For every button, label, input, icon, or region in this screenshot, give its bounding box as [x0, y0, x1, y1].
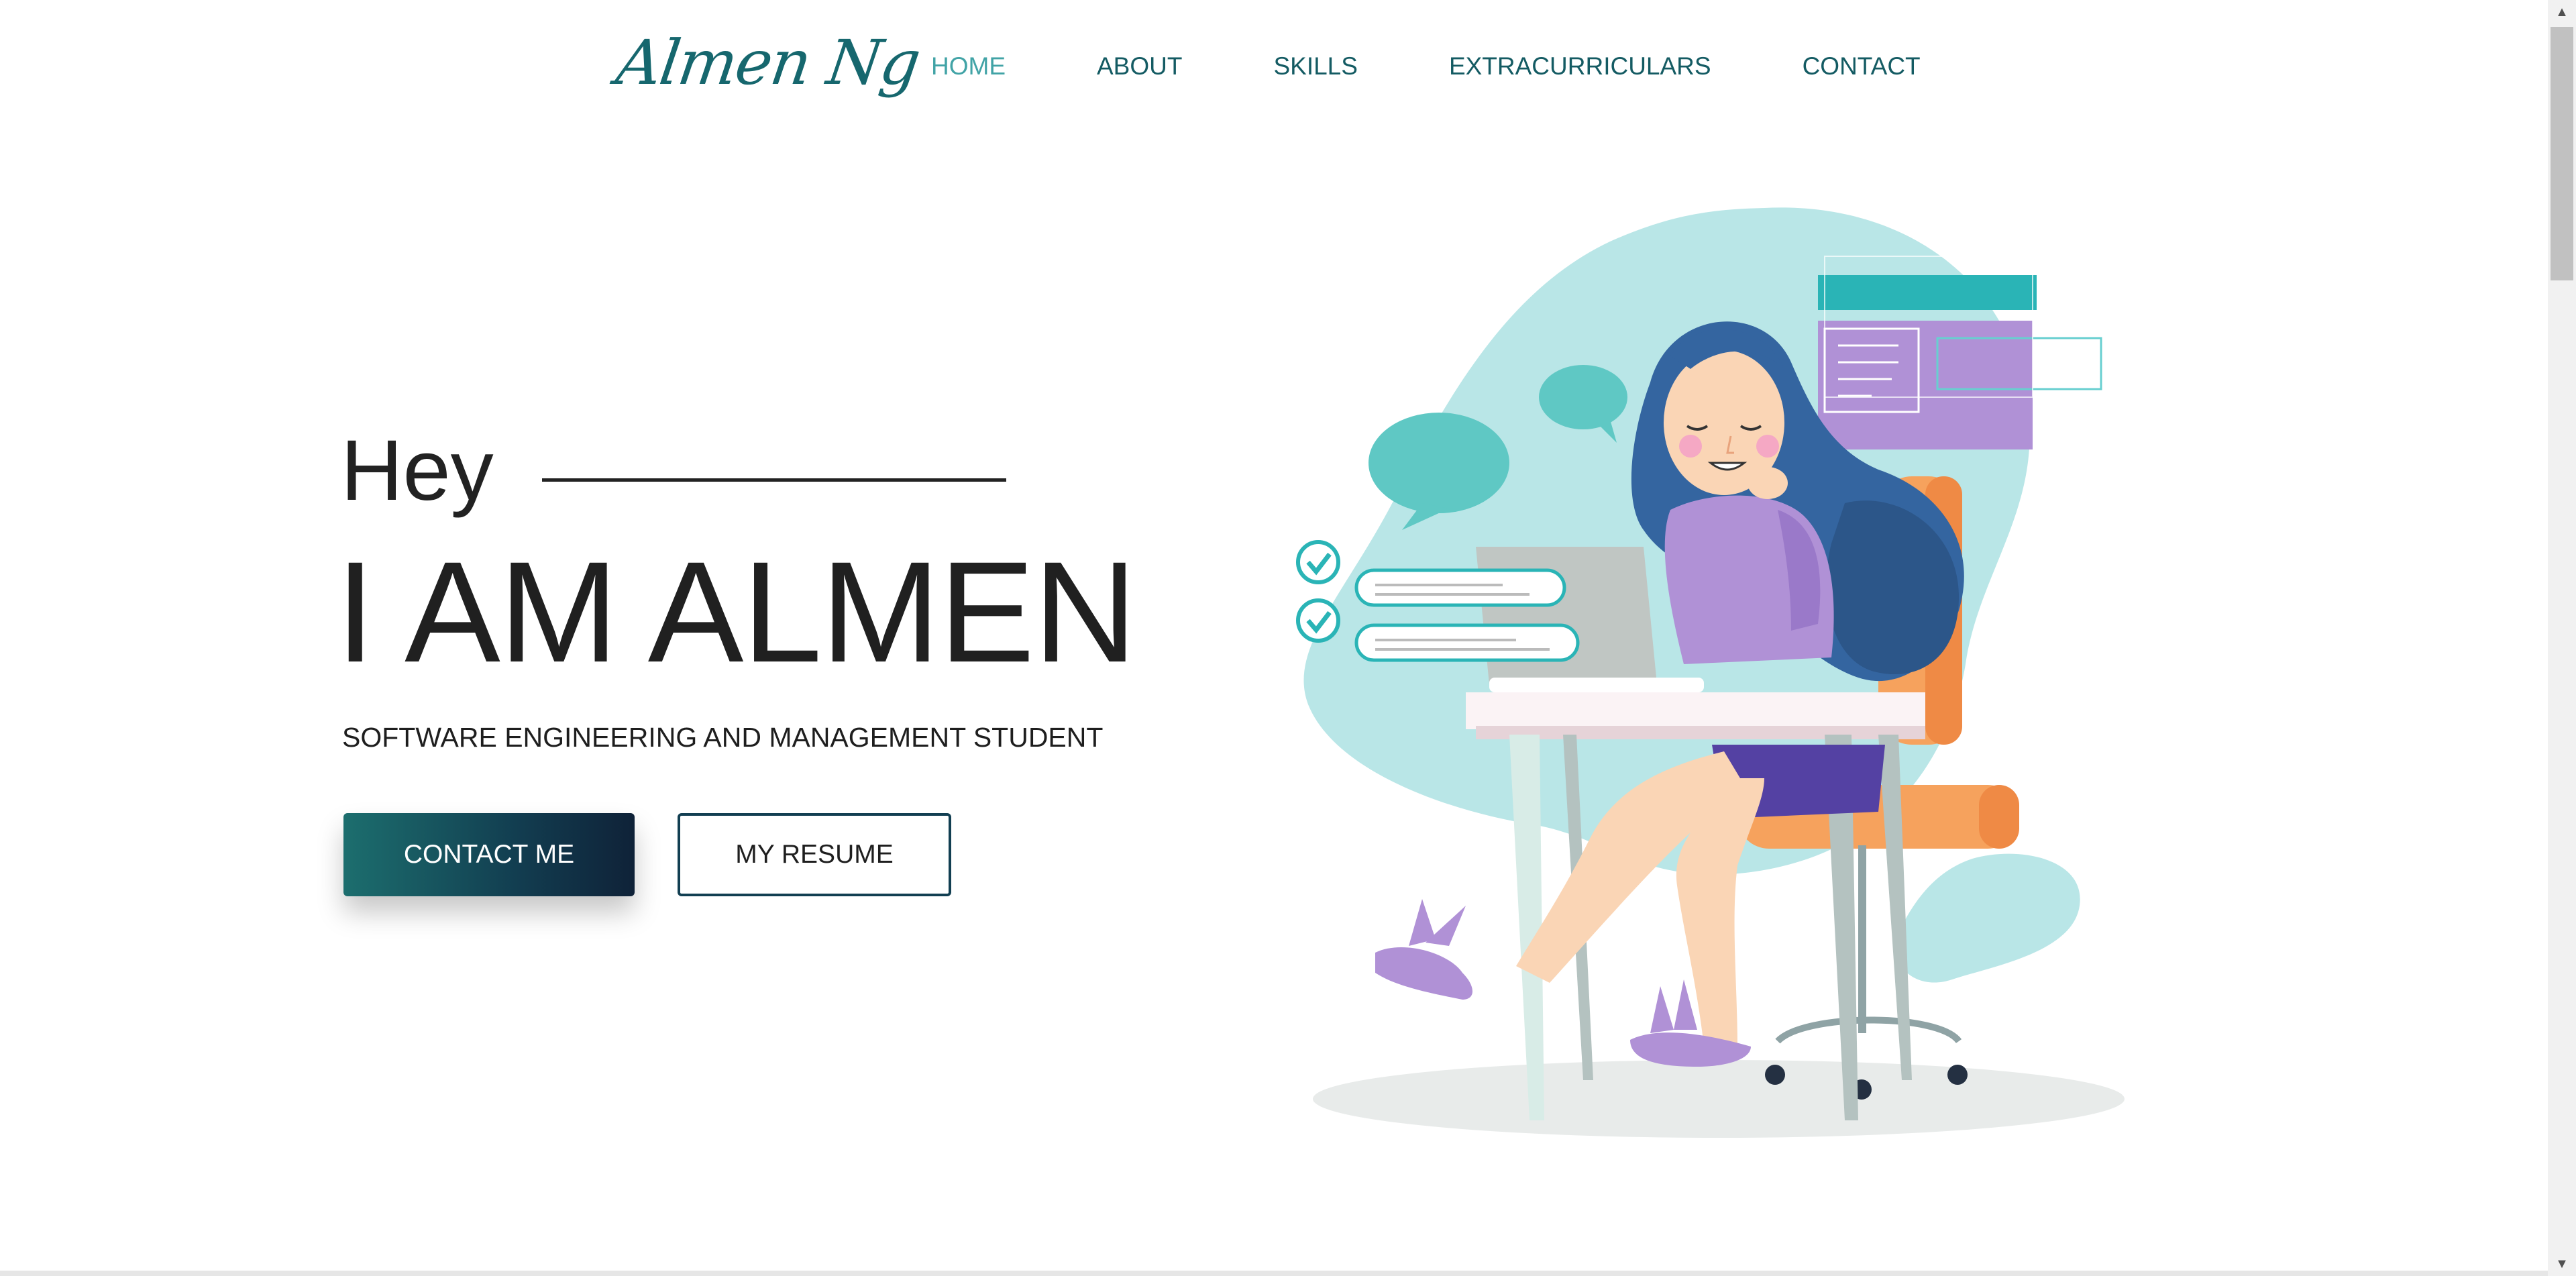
checkmark-icon: [1296, 598, 1340, 643]
window-bar: [1818, 275, 2037, 310]
greeting-text: Hey: [341, 423, 494, 519]
laptop: [1476, 547, 1657, 684]
vertical-scrollbar[interactable]: ▲ ▼: [2548, 0, 2576, 1276]
main-nav: HOME ABOUT SKILLS EXTRACURRICULARS CONTA…: [931, 52, 2012, 81]
scrollbar-thumb[interactable]: [2551, 27, 2573, 280]
speech-bubble-small: [1539, 365, 1627, 429]
scroll-up-arrow-icon[interactable]: ▲: [2548, 0, 2576, 24]
slipper-left: [1375, 947, 1472, 1000]
contact-me-button[interactable]: CONTACT ME: [343, 813, 635, 896]
site-logo[interactable]: Almen Ng: [612, 27, 923, 99]
hero-headline: I AM ALMEN: [335, 532, 1137, 692]
desk-top: [1466, 692, 1925, 729]
hero-illustration: [1296, 207, 2125, 1138]
nav-skills[interactable]: SKILLS: [1273, 52, 1357, 81]
hero-subtitle: SOFTWARE ENGINEERING AND MANAGEMENT STUD…: [342, 722, 1104, 753]
greeting-row: Hey: [341, 421, 1006, 520]
floor-shadow: [1313, 1060, 2125, 1138]
speech-bubble-large: [1368, 413, 1509, 513]
nav-contact[interactable]: CONTACT: [1803, 52, 1921, 81]
horizontal-scrollbar[interactable]: [0, 1271, 2548, 1276]
scroll-down-arrow-icon[interactable]: ▼: [2548, 1252, 2576, 1276]
page: Almen Ng HOME ABOUT SKILLS EXTRACURRICUL…: [0, 0, 2548, 1276]
background-blob-small: [1894, 853, 2080, 983]
nav-extracurriculars[interactable]: EXTRACURRICULARS: [1449, 52, 1711, 81]
nav-home[interactable]: HOME: [931, 52, 1006, 81]
checkmark-icon: [1296, 540, 1340, 584]
nav-about[interactable]: ABOUT: [1097, 52, 1182, 81]
my-resume-button[interactable]: MY RESUME: [678, 813, 951, 896]
greeting-line: [541, 478, 1006, 482]
